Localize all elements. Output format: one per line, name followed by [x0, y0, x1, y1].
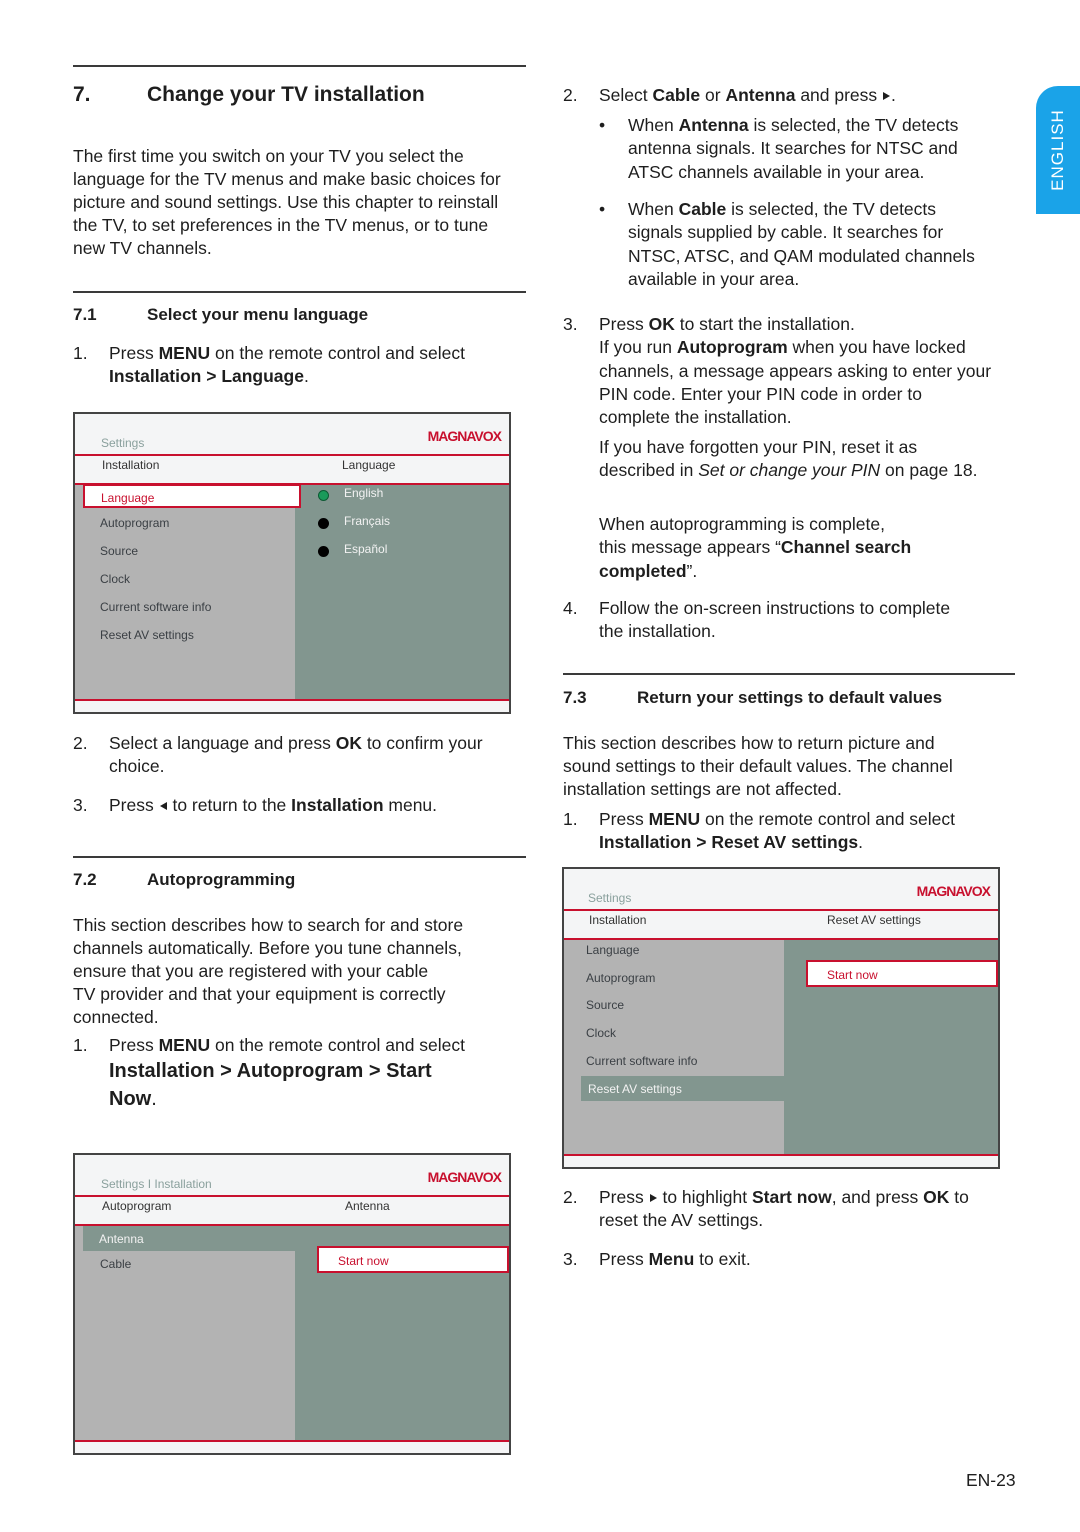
section-divider	[73, 65, 526, 67]
menu-item-clock[interactable]: Clock	[586, 1026, 616, 1040]
language-tab-label: ENGLISH	[1048, 109, 1067, 191]
completion-note: When autoprogramming is complete, this me…	[599, 514, 912, 581]
breadcrumb: Settings I Installation	[101, 1177, 212, 1191]
section-7-3-intro: This section describes how to return pic…	[563, 733, 953, 799]
menu-item-antenna[interactable]: Antenna	[83, 1226, 295, 1251]
step-item: 2. Press to highlight Start now, and pre…	[563, 1187, 969, 1231]
menu-item-software-info[interactable]: Current software info	[586, 1054, 697, 1068]
menu-item-source[interactable]: Source	[586, 998, 624, 1012]
step-item: 4. Follow the on-screen instructions to …	[563, 598, 951, 642]
pin-note: If you have forgotten your PIN, reset it…	[599, 437, 978, 481]
bullet-item: • When Cable is selected, the TV detects…	[599, 199, 975, 289]
menu-item-reset-av[interactable]: Reset AV settings	[581, 1076, 784, 1101]
bullet-item: • When Antenna is selected, the TV detec…	[599, 115, 959, 182]
left-header: Installation	[102, 458, 160, 472]
left-header: Installation	[589, 913, 647, 927]
section-divider	[73, 856, 526, 858]
step-item: 3. Press to return to the Installation m…	[73, 795, 438, 815]
tv-menu-screenshot-reset-av: Settings MAGNAVOX Installation Reset AV …	[562, 867, 1000, 1169]
chapter-title: 7. Change your TV installation	[73, 83, 425, 106]
section-7-2-heading: 7.2 Autoprogramming	[73, 870, 296, 889]
step-item: 1. Press MENU on the remote control and …	[563, 809, 956, 853]
breadcrumb: Settings	[101, 436, 145, 450]
step-item: 3. Press Menu to exit.	[563, 1249, 751, 1269]
right-header: Reset AV settings	[827, 913, 921, 927]
breadcrumb: Settings	[588, 891, 632, 905]
menu-item-language[interactable]: Language	[83, 484, 301, 508]
tv-menu-screenshot-autoprogram: Settings I Installation MAGNAVOX Autopro…	[73, 1153, 511, 1455]
start-now-button[interactable]: Start now	[806, 960, 998, 987]
step-item: 2. Select Cable or Antenna and press .	[563, 85, 896, 105]
radio-icon[interactable]	[318, 518, 329, 529]
right-header: Antenna	[345, 1199, 390, 1213]
menu-item-clock[interactable]: Clock	[100, 572, 130, 586]
language-tab: ENGLISH	[1036, 86, 1080, 214]
option-espanol[interactable]: Español	[344, 542, 387, 556]
section-7-3-heading: 7.3 Return your settings to default value…	[563, 688, 943, 707]
right-arrow-icon	[649, 1194, 657, 1202]
section-7-1-heading: 7.1 Select your menu language	[73, 305, 369, 324]
option-francais[interactable]: Français	[344, 514, 390, 528]
menu-item-autoprogram[interactable]: Autoprogram	[586, 971, 655, 985]
menu-item-source[interactable]: Source	[100, 544, 138, 558]
magnavox-logo: MAGNAVOX	[427, 1169, 502, 1185]
start-now-button[interactable]: Start now	[317, 1246, 509, 1273]
step-item: 2. Select a language and press OK to con…	[73, 733, 483, 777]
radio-icon[interactable]	[318, 546, 329, 557]
radio-selected-icon[interactable]	[318, 490, 329, 501]
menu-item-autoprogram[interactable]: Autoprogram	[100, 516, 169, 530]
section-divider	[73, 291, 526, 293]
magnavox-logo: MAGNAVOX	[916, 883, 991, 899]
step-item: 1. Press MENU on the remote control and …	[73, 1035, 466, 1111]
magnavox-logo: MAGNAVOX	[427, 428, 502, 444]
menu-item-software-info[interactable]: Current software info	[100, 600, 211, 614]
menu-item-language[interactable]: Language	[586, 943, 639, 957]
option-english[interactable]: English	[344, 486, 383, 500]
right-arrow-icon	[883, 92, 891, 100]
step-item: 3. Press OK to start the installation. I…	[563, 314, 992, 428]
left-arrow-icon	[159, 802, 167, 810]
menu-item-reset-av[interactable]: Reset AV settings	[100, 628, 194, 642]
tv-menu-screenshot-language: Settings MAGNAVOX Installation Language …	[73, 412, 511, 714]
menu-item-cable[interactable]: Cable	[100, 1257, 131, 1271]
left-header: Autoprogram	[102, 1199, 172, 1213]
section-divider	[563, 673, 1015, 675]
chapter-intro: The first time you switch on your TV you…	[73, 146, 501, 258]
right-header: Language	[342, 458, 396, 472]
step-item: 1. Press MENU on the remote control and …	[73, 343, 466, 387]
section-7-2-intro: This section describes how to search for…	[73, 915, 464, 1027]
page-number: EN-23	[966, 1470, 1016, 1490]
